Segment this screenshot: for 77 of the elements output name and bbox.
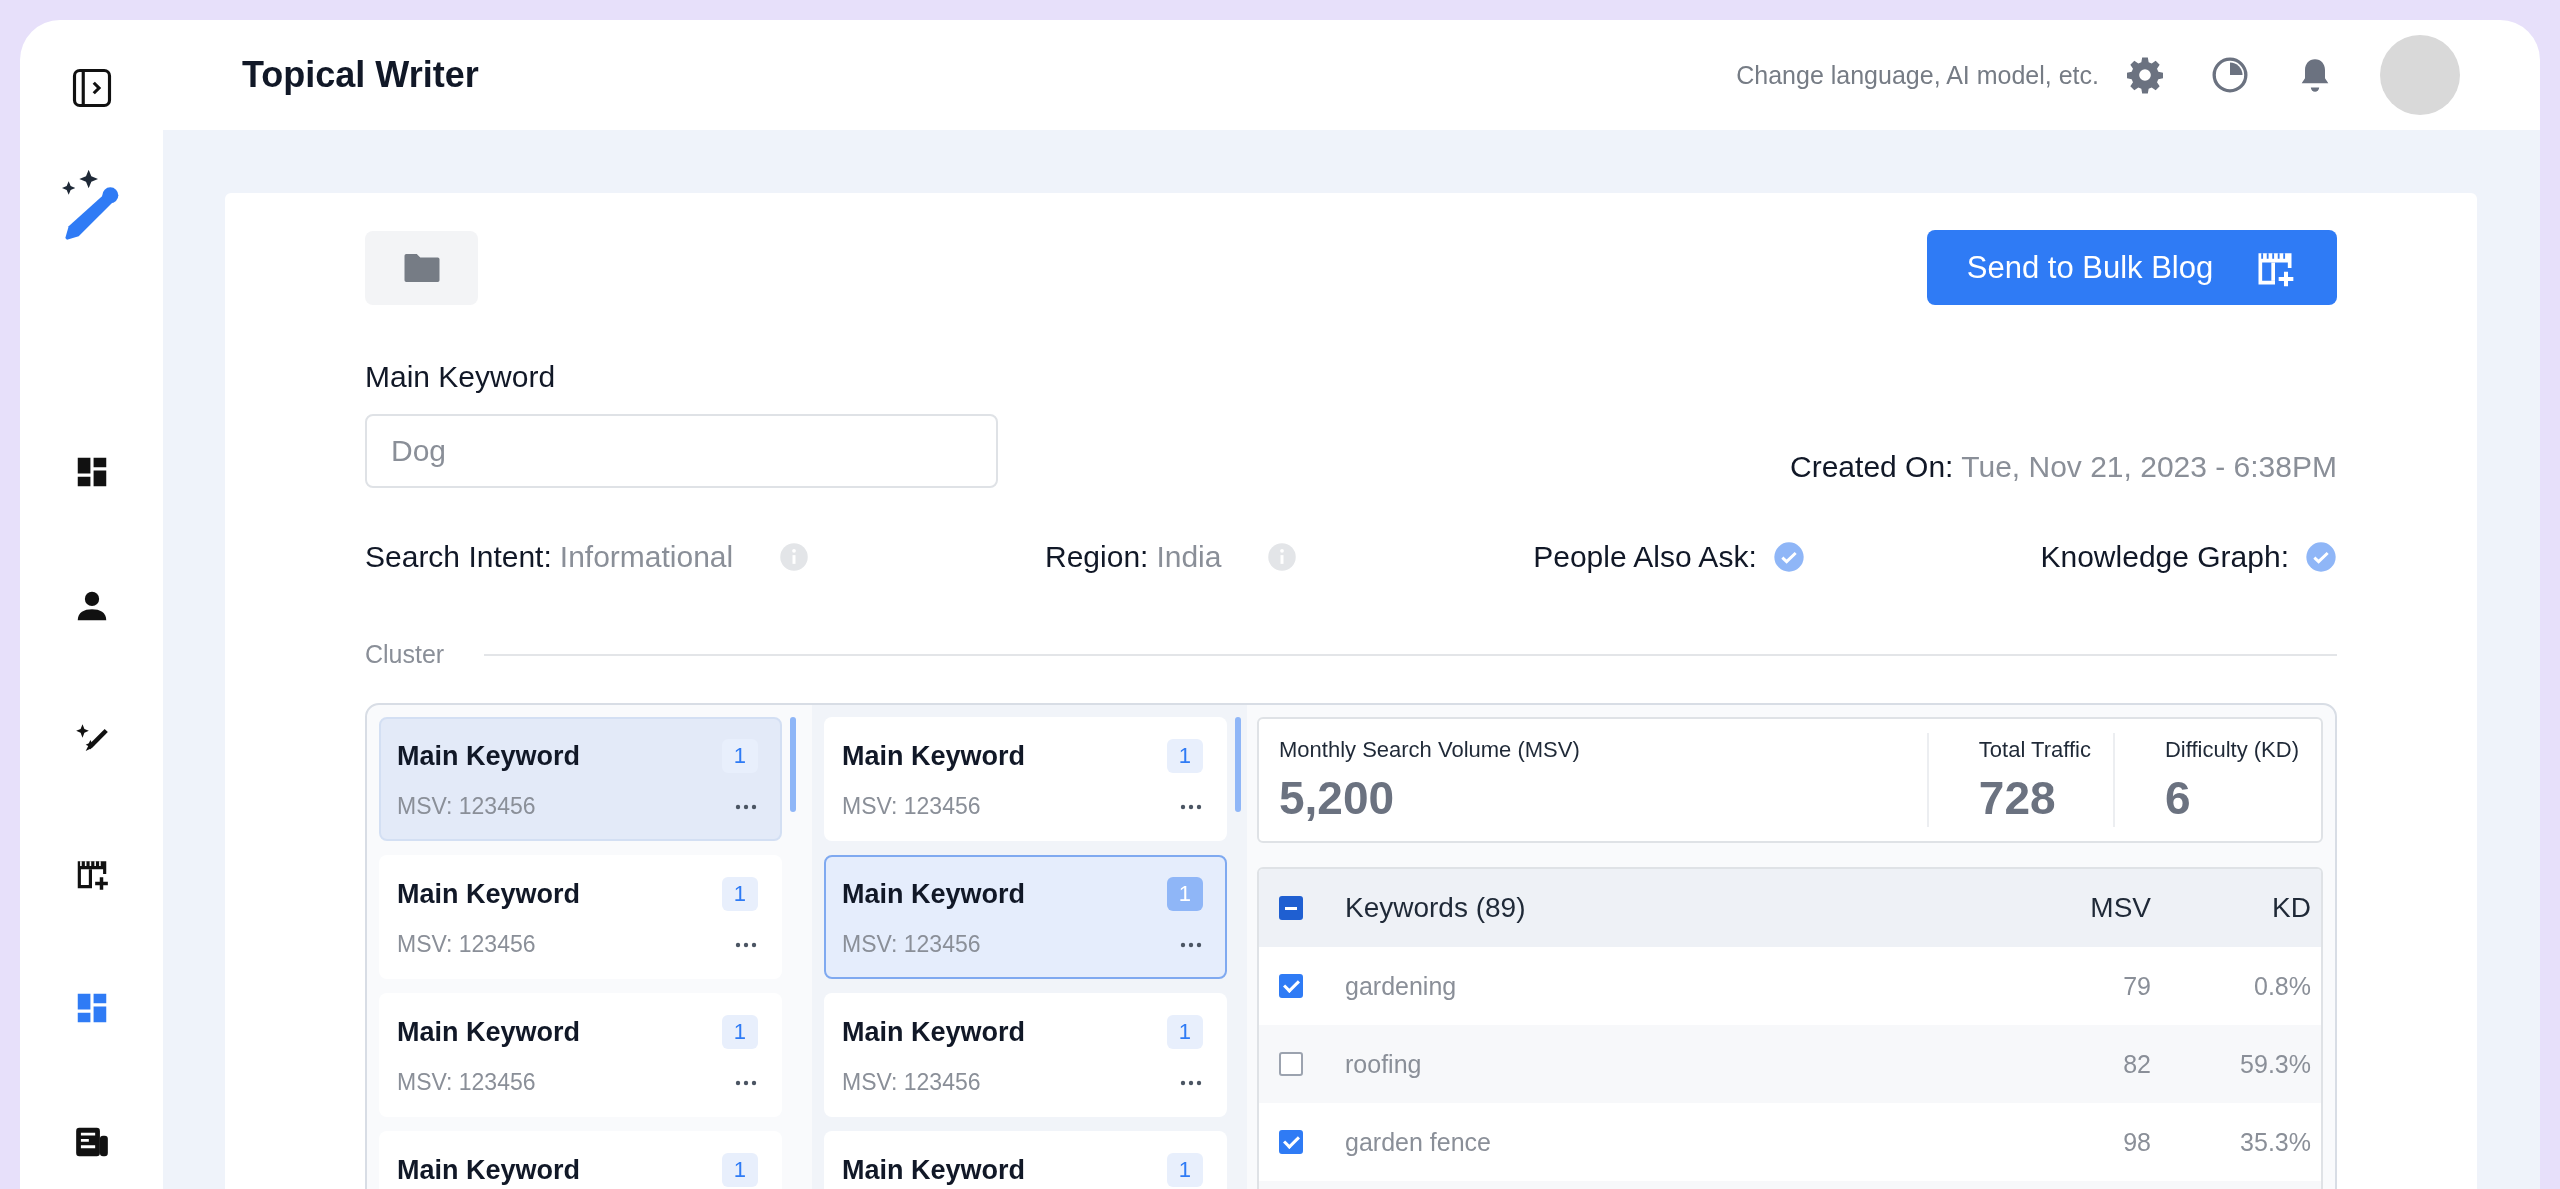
table-cell-text: roofing — [1345, 1049, 1423, 1079]
keyword-card[interactable]: Main Keyword 1 MSV: 123456 — [379, 717, 782, 841]
msv-text: MSV: 123456 — [842, 1069, 981, 1096]
msv-text: MSV: 123456 — [397, 793, 536, 820]
created-on-label: Created On: — [1790, 450, 1954, 483]
msv-text: MSV: 123456 — [842, 793, 981, 820]
table-cell-text: 79 — [2122, 971, 2151, 1001]
table-cell-text: 0.8% — [2253, 971, 2311, 1001]
table-cell-text: gardening — [1345, 971, 1458, 1001]
info-label: Region: — [1045, 540, 1149, 574]
keyword-card[interactable]: Main Keyword 1 MSV: 123456 — [824, 717, 1227, 841]
info-label: People Also Ask: — [1533, 540, 1757, 574]
more-options-icon[interactable] — [734, 802, 758, 811]
checkbox[interactable] — [1279, 1052, 1303, 1076]
count-badge: 1 — [721, 877, 758, 911]
clock-icon[interactable] — [2210, 55, 2250, 95]
stat-label: Monthly Search Volume (MSV) — [1279, 737, 1581, 763]
created-on-date: Tue, Nov 21, 2023 - 6:38PM — [1960, 450, 2337, 483]
column-header: MSV — [2089, 892, 2151, 924]
folder-button[interactable] — [365, 230, 478, 305]
table-cell-text: garden fence — [1345, 1127, 1492, 1157]
column-header: KD — [2271, 892, 2311, 924]
scrollbar[interactable] — [790, 717, 796, 812]
table-cell-text: 35.3% — [2239, 1127, 2311, 1157]
msv-text: MSV: 123456 — [397, 931, 536, 958]
keyword-title: Main Keyword — [842, 1154, 1026, 1186]
info-value: Informational — [559, 540, 734, 574]
keyword-card[interactable]: Main Keyword 1 MSV: 123456 — [379, 855, 782, 979]
column-header: Keywords (89) — [1345, 892, 1527, 924]
checkbox[interactable] — [1279, 974, 1303, 998]
count-badge: 1 — [1166, 877, 1203, 911]
keyword-title: Main Keyword — [397, 1016, 581, 1048]
table-cell-text: 98 — [2122, 1127, 2151, 1157]
keyword-title: Main Keyword — [842, 878, 1026, 910]
keyword-title: Main Keyword — [842, 1016, 1026, 1048]
more-options-icon[interactable] — [1179, 1078, 1203, 1087]
more-options-icon[interactable] — [734, 940, 758, 949]
info-label: Search Intent: — [365, 540, 552, 574]
count-badge: 1 — [1166, 1153, 1203, 1187]
keyword-card[interactable]: Main Keyword 1 — [824, 1131, 1227, 1189]
scrollbar[interactable] — [1235, 717, 1241, 812]
info-value: India — [1156, 540, 1222, 574]
stat-value: 5,200 — [1279, 771, 1396, 825]
more-options-icon[interactable] — [1179, 802, 1203, 811]
settings-icon[interactable] — [2125, 55, 2165, 95]
keyword-title: Main Keyword — [397, 878, 581, 910]
field-label: Main Keyword — [365, 360, 557, 394]
keyword-card[interactable]: Main Keyword 1 — [379, 1131, 782, 1189]
send-to-bulk-blog-button[interactable]: Send to Bulk Blog — [1927, 230, 2337, 305]
sidebar-toggle-icon[interactable] — [70, 67, 113, 109]
count-badge: 1 — [1166, 1015, 1203, 1049]
section-label: Cluster — [365, 640, 445, 669]
keyword-card[interactable]: Main Keyword 1 MSV: 123456 — [379, 993, 782, 1117]
msv-text: MSV: 123456 — [842, 931, 981, 958]
stat-label: Difficulty (KD) — [2164, 737, 2299, 763]
keyword-title: Main Keyword — [397, 1154, 581, 1186]
count-badge: 1 — [721, 1015, 758, 1049]
keyword-title: Main Keyword — [397, 740, 581, 772]
keyword-card[interactable]: Main Keyword 1 MSV: 123456 — [824, 855, 1227, 979]
info-label: Knowledge Graph: — [2040, 540, 2289, 574]
select-all-checkbox[interactable] — [1279, 896, 1303, 920]
count-badge: 1 — [721, 739, 758, 773]
table-cell-text: 82 — [2122, 1049, 2151, 1079]
stat-label: Total Traffic — [1978, 737, 2091, 763]
msv-text: MSV: 123456 — [397, 1069, 536, 1096]
stat-value: 728 — [1978, 771, 2057, 825]
count-badge: 1 — [1166, 739, 1203, 773]
more-options-icon[interactable] — [734, 1078, 758, 1087]
stat-value: 6 — [2164, 771, 2192, 825]
app-title: Topical Writer — [242, 54, 479, 96]
table-cell-text: 59.3% — [2239, 1049, 2311, 1079]
checkbox[interactable] — [1279, 1130, 1303, 1154]
more-options-icon[interactable] — [1179, 940, 1203, 949]
count-badge: 1 — [721, 1153, 758, 1187]
settings-hint: Change language, AI model, etc. — [1736, 60, 2099, 90]
keyword-card[interactable]: Main Keyword 1 MSV: 123456 — [824, 993, 1227, 1117]
keyword-title: Main Keyword — [842, 740, 1026, 772]
